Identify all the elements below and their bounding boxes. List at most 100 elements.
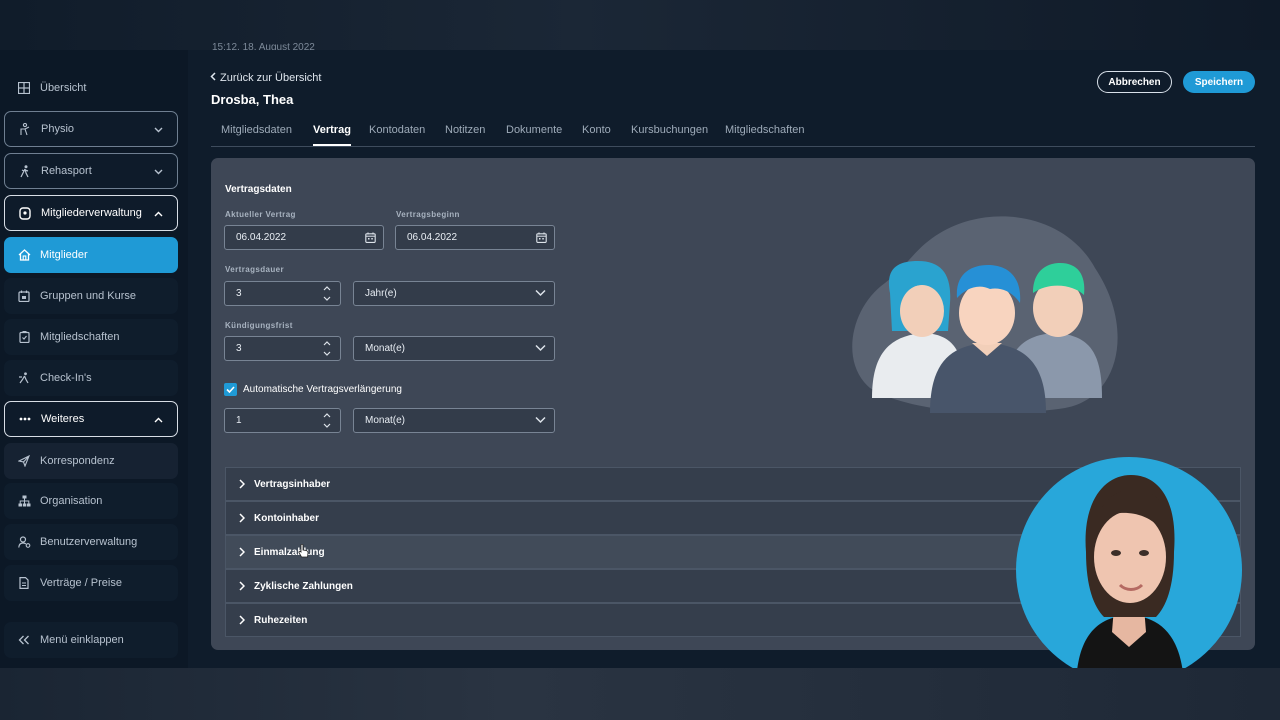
checkin-icon <box>17 371 31 385</box>
tab-mitgliedsdaten[interactable]: Mitgliedsdaten <box>221 124 292 136</box>
chevron-up-icon <box>154 208 163 220</box>
notice-unit-value: Monat(e) <box>365 343 406 354</box>
dots-icon <box>18 412 32 426</box>
stepper-arrows-icon[interactable] <box>323 411 331 430</box>
sidebar-item-korrespondenz[interactable]: Korrespondenz <box>4 443 178 479</box>
presenter-video-avatar <box>1016 457 1242 683</box>
notice-value: 3 <box>236 343 242 354</box>
calendar-icon <box>17 289 31 303</box>
notice-label: Kündigungsfrist <box>225 321 293 330</box>
section-title: Vertragsdaten <box>225 184 292 195</box>
current-contract-value: 06.04.2022 <box>236 232 287 243</box>
sidebar-item-mitglieder[interactable]: Mitglieder <box>4 237 178 273</box>
checkmark-icon <box>226 386 235 393</box>
chevron-right-icon <box>239 547 245 557</box>
accordion-label: Zyklische Zahlungen <box>254 580 353 592</box>
duration-value: 3 <box>236 288 242 299</box>
home-icon <box>17 248 31 262</box>
save-button[interactable]: Speichern <box>1183 71 1255 93</box>
notice-unit-select[interactable]: Monat(e) <box>353 336 555 361</box>
sidebar-item-mitgliedschaften[interactable]: Mitgliedschaften <box>4 319 178 355</box>
sidebar-item-label: Weiteres <box>41 413 85 425</box>
active-tab-indicator <box>313 144 351 146</box>
notice-stepper[interactable]: 3 <box>224 336 341 361</box>
current-contract-date-field[interactable]: 06.04.2022 <box>224 225 384 250</box>
org-chart-icon <box>17 494 31 508</box>
collapse-icon <box>17 633 31 647</box>
chevron-right-icon <box>239 479 245 489</box>
members-admin-icon <box>18 206 32 220</box>
chevron-down-icon <box>154 124 163 136</box>
accordion-label: Ruhezeiten <box>254 614 308 626</box>
tab-kontodaten[interactable]: Kontodaten <box>369 124 425 136</box>
sidebar-item-physio[interactable]: Physio <box>4 111 178 147</box>
stepper-arrows-icon[interactable] <box>323 339 331 358</box>
tab-vertrag[interactable]: Vertrag <box>313 124 351 136</box>
sidebar-item-gruppen-und-kurse[interactable]: Gruppen und Kurse <box>4 278 178 314</box>
sidebar-item-weiteres[interactable]: Weiteres <box>4 401 178 437</box>
page-title: Drosba, Thea <box>211 92 294 107</box>
sidebar-item-label: Rehasport <box>41 165 92 177</box>
sidebar-item-mitgliederverwaltung[interactable]: Mitgliederverwaltung <box>4 195 178 231</box>
tab-konto[interactable]: Konto <box>582 124 611 136</box>
duration-unit-value: Jahr(e) <box>365 288 397 299</box>
renew-stepper[interactable]: 1 <box>224 408 341 433</box>
sidebar-item-label: Check-In's <box>40 372 92 384</box>
sidebar-item-label: Übersicht <box>40 82 87 94</box>
send-icon <box>17 454 31 468</box>
sidebar-item-vertraege-preise[interactable]: Verträge / Preise <box>4 565 178 601</box>
tab-notitzen[interactable]: Notitzen <box>445 124 485 136</box>
accordion-label: Kontoinhaber <box>254 512 319 524</box>
tab-kursbuchungen[interactable]: Kursbuchungen <box>631 124 708 136</box>
sidebar-item-rehasport[interactable]: Rehasport <box>4 153 178 189</box>
calendar-icon[interactable] <box>365 232 376 246</box>
contract-start-value: 06.04.2022 <box>407 232 458 243</box>
renew-unit-value: Monat(e) <box>365 415 406 426</box>
calendar-icon[interactable] <box>536 232 547 246</box>
renew-unit-select[interactable]: Monat(e) <box>353 408 555 433</box>
sidebar-item-check-ins[interactable]: Check-In's <box>4 360 178 396</box>
document-icon <box>17 576 31 590</box>
chevron-right-icon <box>239 615 245 625</box>
grid-icon <box>17 81 31 95</box>
sidebar-item-label: Gruppen und Kurse <box>40 290 137 302</box>
walking-icon <box>18 164 32 178</box>
chevron-down-icon <box>535 416 546 427</box>
chevron-up-icon <box>154 414 163 426</box>
tab-dokumente[interactable]: Dokumente <box>506 124 562 136</box>
sidebar-item-label: Mitglieder <box>40 249 88 261</box>
auto-renew-checkbox[interactable] <box>224 383 237 396</box>
members-illustration <box>850 213 1132 423</box>
accordion-label: Einmalzahlung <box>254 546 325 558</box>
sidebar-item-label: Mitgliedschaften <box>40 331 120 343</box>
physio-icon <box>18 122 32 136</box>
bottom-band <box>0 668 1280 720</box>
current-contract-label: Aktueller Vertrag <box>225 210 296 219</box>
sidebar-item-label: Korrespondenz <box>40 455 115 467</box>
sidebar-item-label: Menü einklappen <box>40 634 124 646</box>
sidebar-item-organisation[interactable]: Organisation <box>4 483 178 519</box>
renew-value: 1 <box>236 415 242 426</box>
chevron-down-icon <box>535 289 546 300</box>
cancel-button[interactable]: Abbrechen <box>1097 71 1172 93</box>
contract-start-label: Vertragsbeginn <box>396 210 460 219</box>
top-band: 15:12, 18. August 2022 <box>0 0 1280 53</box>
membership-icon <box>17 330 31 344</box>
duration-label: Vertragsdauer <box>225 265 285 274</box>
chevron-right-icon <box>239 581 245 591</box>
back-link[interactable]: Zurück zur Übersicht <box>210 72 321 84</box>
chevron-down-icon <box>154 166 163 178</box>
sidebar-item-benutzerverwaltung[interactable]: Benutzerverwaltung <box>4 524 178 560</box>
sidebar-item-menue-einklappen[interactable]: Menü einklappen <box>4 622 178 658</box>
auto-renew-label: Automatische Vertragsverlängerung <box>243 384 402 395</box>
tab-mitgliedschaften[interactable]: Mitgliedschaften <box>725 124 805 136</box>
tab-bar: Mitgliedsdaten Vertrag Kontodaten Notitz… <box>211 122 1255 147</box>
duration-unit-select[interactable]: Jahr(e) <box>353 281 555 306</box>
chevron-down-icon <box>535 344 546 355</box>
contract-start-date-field[interactable]: 06.04.2022 <box>395 225 555 250</box>
duration-stepper[interactable]: 3 <box>224 281 341 306</box>
chevron-left-icon <box>210 72 216 84</box>
sidebar-item-uebersicht[interactable]: Übersicht <box>4 70 178 106</box>
sidebar-item-label: Benutzerverwaltung <box>40 536 138 548</box>
stepper-arrows-icon[interactable] <box>323 284 331 303</box>
